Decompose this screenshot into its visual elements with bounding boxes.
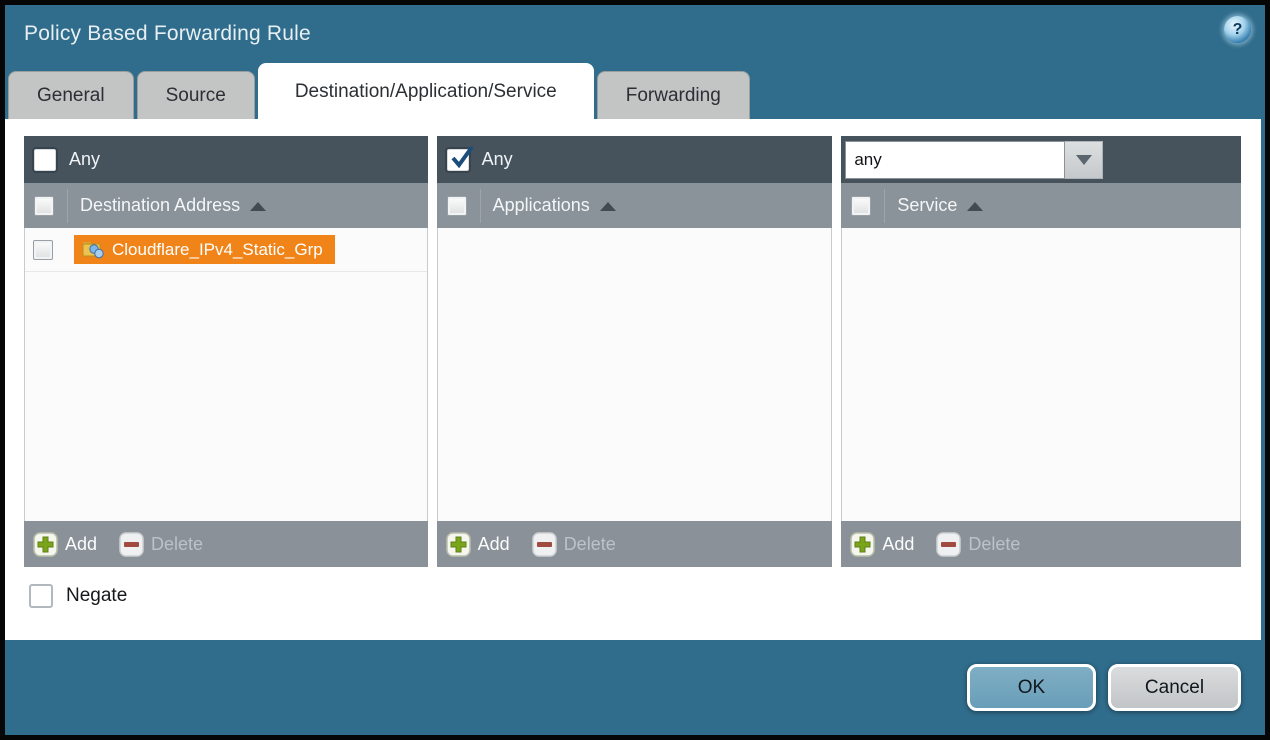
destination-column-header[interactable]: Destination Address (24, 183, 428, 228)
dialog-footer: OK Cancel (5, 640, 1265, 735)
destination-list-item[interactable]: Cloudflare_IPv4_Static_Grp (25, 228, 427, 272)
service-toolbar: Add Delete (841, 521, 1241, 567)
cancel-button[interactable]: Cancel (1108, 664, 1241, 711)
address-group-icon (82, 240, 104, 259)
destination-item-checkbox[interactable] (33, 240, 53, 260)
applications-any-label: Any (482, 149, 513, 170)
sort-ascending-icon (600, 202, 616, 211)
destination-delete-button: Delete (119, 532, 203, 557)
service-type-dropdown[interactable]: any (845, 141, 1103, 179)
destination-list: Cloudflare_IPv4_Static_Grp (24, 228, 428, 521)
destination-select-all-checkbox[interactable] (34, 196, 54, 216)
destination-toolbar: Add Delete (24, 521, 428, 567)
applications-select-all-checkbox[interactable] (447, 196, 467, 216)
tab-general[interactable]: General (8, 71, 134, 119)
service-type-value[interactable]: any (845, 141, 1065, 179)
applications-any-bar: Any (437, 136, 833, 183)
add-plus-icon (33, 532, 58, 557)
service-header-label: Service (897, 195, 957, 216)
dialog-titlebar: Policy Based Forwarding Rule ? (5, 5, 1265, 63)
applications-column: Any Applications (437, 136, 833, 567)
delete-minus-icon (936, 532, 961, 557)
service-selector-bar: any (841, 136, 1241, 183)
applications-list (437, 228, 833, 521)
destination-item-selection[interactable]: Cloudflare_IPv4_Static_Grp (74, 235, 335, 264)
policy-based-forwarding-dialog: Policy Based Forwarding Rule ? General S… (0, 0, 1270, 740)
delete-minus-icon (119, 532, 144, 557)
destination-address-column: Any Destination Address (24, 136, 428, 567)
destination-any-bar: Any (24, 136, 428, 183)
delete-minus-icon (532, 532, 557, 557)
sort-ascending-icon (250, 202, 266, 211)
dropdown-button[interactable] (1065, 141, 1103, 179)
service-add-button[interactable]: Add (850, 532, 914, 557)
negate-label: Negate (66, 585, 127, 607)
applications-add-button[interactable]: Add (446, 532, 510, 557)
service-column-header[interactable]: Service (841, 183, 1241, 228)
ok-button[interactable]: OK (967, 664, 1096, 711)
applications-any-checkbox[interactable] (447, 149, 469, 171)
tab-forwarding[interactable]: Forwarding (597, 71, 750, 119)
applications-delete-button: Delete (532, 532, 616, 557)
negate-checkbox[interactable] (29, 584, 53, 608)
applications-header-label: Applications (493, 195, 590, 216)
chevron-down-icon (1076, 155, 1092, 165)
destination-any-checkbox[interactable] (34, 149, 56, 171)
add-plus-icon (446, 532, 471, 557)
sort-ascending-icon (967, 202, 983, 211)
applications-toolbar: Add Delete (437, 521, 833, 567)
destination-header-label: Destination Address (80, 195, 240, 216)
tab-bar: General Source Destination/Application/S… (5, 63, 1265, 119)
help-icon[interactable]: ? (1224, 16, 1251, 43)
applications-column-header[interactable]: Applications (437, 183, 833, 228)
service-column: any Service (841, 136, 1241, 567)
tab-source[interactable]: Source (137, 71, 255, 119)
tab-content-panel: Any Destination Address (5, 119, 1261, 640)
service-delete-button: Delete (936, 532, 1020, 557)
add-plus-icon (850, 532, 875, 557)
destination-add-button[interactable]: Add (33, 532, 97, 557)
service-select-all-checkbox[interactable] (851, 196, 871, 216)
destination-any-label: Any (69, 149, 100, 170)
negate-row: Negate (24, 584, 1241, 608)
tab-destination-application-service[interactable]: Destination/Application/Service (258, 63, 594, 119)
destination-item-name: Cloudflare_IPv4_Static_Grp (112, 240, 323, 260)
service-list (841, 228, 1241, 521)
dialog-title: Policy Based Forwarding Rule (24, 22, 311, 46)
